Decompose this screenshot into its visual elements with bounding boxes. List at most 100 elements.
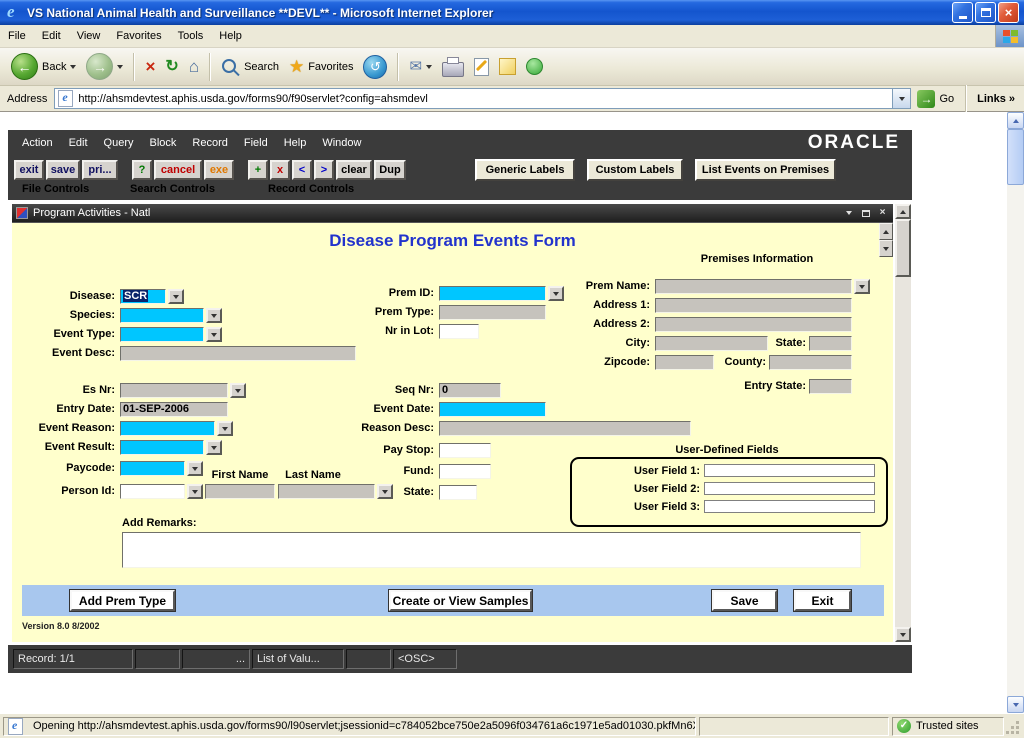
back-dropdown-icon[interactable] xyxy=(70,65,76,69)
fund-field[interactable] xyxy=(439,464,491,479)
inner-restore-button[interactable] xyxy=(859,207,872,219)
user-field2-input[interactable] xyxy=(704,482,875,495)
event-type-dropdown-button[interactable] xyxy=(206,327,222,342)
exit-button[interactable]: exit xyxy=(14,160,44,180)
messenger-button[interactable] xyxy=(521,56,548,77)
favorites-button[interactable]: ★ Favorites xyxy=(284,56,359,77)
oracle-menu-field[interactable]: Field xyxy=(236,137,276,149)
remarks-scroll-down-button[interactable] xyxy=(879,240,893,257)
resize-grip[interactable] xyxy=(1007,717,1021,736)
person-id-field[interactable] xyxy=(120,484,185,499)
user-field1-input[interactable] xyxy=(704,464,875,477)
remove-record-button[interactable]: x xyxy=(270,160,290,180)
forward-dropdown-icon[interactable] xyxy=(117,65,123,69)
applet-scrollbar[interactable] xyxy=(895,204,911,642)
disease-dropdown-button[interactable] xyxy=(168,289,184,304)
inner-window-titlebar[interactable]: Program Activities - Natl × xyxy=(12,204,893,222)
clear-record-button[interactable]: clear xyxy=(336,160,372,180)
note-button[interactable] xyxy=(494,56,521,77)
oracle-menu-block[interactable]: Block xyxy=(142,137,185,149)
edit-button[interactable] xyxy=(469,56,494,78)
refresh-button[interactable]: ↻ xyxy=(160,57,183,77)
person-id-dropdown-button[interactable] xyxy=(187,484,203,499)
close-button[interactable]: × xyxy=(998,2,1019,23)
custom-labels-button[interactable]: Custom Labels xyxy=(587,159,683,181)
oracle-menu-help[interactable]: Help xyxy=(276,137,315,149)
record-controls-label: Record Controls xyxy=(268,183,354,195)
species-dropdown-button[interactable] xyxy=(206,308,222,323)
browser-scrollbar[interactable] xyxy=(1007,112,1024,713)
event-reason-dropdown-button[interactable] xyxy=(217,421,233,436)
inner-minimize-button[interactable] xyxy=(842,207,855,219)
address-url[interactable]: http://ahsmdevtest.aphis.usda.gov/forms9… xyxy=(78,93,892,105)
minimize-button[interactable] xyxy=(952,2,973,23)
menu-view[interactable]: View xyxy=(69,26,109,46)
maximize-button[interactable] xyxy=(975,2,996,23)
generic-labels-button[interactable]: Generic Labels xyxy=(475,159,575,181)
links-button[interactable]: Links » xyxy=(972,93,1020,105)
stop-button[interactable]: × xyxy=(140,56,160,77)
applet-scroll-up-button[interactable] xyxy=(895,204,911,219)
save-button[interactable]: save xyxy=(46,160,80,180)
address-input[interactable]: e http://ahsmdevtest.aphis.usda.gov/form… xyxy=(54,88,911,109)
previous-record-button[interactable]: < xyxy=(292,160,312,180)
menu-file[interactable]: File xyxy=(0,26,34,46)
oracle-menu-window[interactable]: Window xyxy=(314,137,369,149)
user-field3-input[interactable] xyxy=(704,500,875,513)
event-type-field[interactable] xyxy=(120,327,204,342)
form-exit-button[interactable]: Exit xyxy=(794,590,851,611)
event-date-field[interactable] xyxy=(439,402,546,417)
add-remarks-textarea[interactable] xyxy=(122,532,861,568)
media-button[interactable]: ↺ xyxy=(358,53,392,81)
remarks-scroll-up-button[interactable] xyxy=(879,223,893,240)
applet-scrollbar-thumb[interactable] xyxy=(895,219,911,277)
event-result-field[interactable] xyxy=(120,440,204,455)
insert-record-button[interactable]: + xyxy=(248,160,268,180)
enter-query-button[interactable]: ? xyxy=(132,160,152,180)
paycode-dropdown-button[interactable] xyxy=(187,461,203,476)
cancel-query-button[interactable]: cancel xyxy=(154,160,202,180)
inner-close-button[interactable]: × xyxy=(876,207,889,219)
menu-help[interactable]: Help xyxy=(211,26,250,46)
browser-scroll-up-button[interactable] xyxy=(1007,112,1024,129)
execute-query-button[interactable]: exe xyxy=(204,160,234,180)
search-button[interactable]: Search xyxy=(216,56,284,78)
browser-scrollbar-thumb[interactable] xyxy=(1007,129,1024,185)
form-save-button[interactable]: Save xyxy=(712,590,777,611)
disease-field[interactable]: SCR xyxy=(120,289,166,304)
prem-id-field[interactable] xyxy=(439,286,546,301)
back-button[interactable]: ← Back xyxy=(6,51,81,82)
state-field[interactable] xyxy=(439,485,477,500)
es-nr-dropdown-button[interactable] xyxy=(230,383,246,398)
address-dropdown-button[interactable] xyxy=(892,89,910,108)
event-result-dropdown-button[interactable] xyxy=(206,440,222,455)
add-prem-type-button[interactable]: Add Prem Type xyxy=(70,590,175,611)
prem-name-dropdown-button[interactable] xyxy=(854,279,870,294)
duplicate-record-button[interactable]: Dup xyxy=(374,160,406,180)
home-button[interactable]: ⌂ xyxy=(184,56,204,77)
browser-scroll-down-button[interactable] xyxy=(1007,696,1024,713)
nr-in-lot-field[interactable] xyxy=(439,324,479,339)
print-form-button[interactable]: pri... xyxy=(82,160,118,180)
list-events-on-premises-button[interactable]: List Events on Premises xyxy=(695,159,836,181)
oracle-menu-record[interactable]: Record xyxy=(184,137,235,149)
paycode-field[interactable] xyxy=(120,461,185,476)
oracle-menu-edit[interactable]: Edit xyxy=(61,137,96,149)
mail-button[interactable]: ✉ xyxy=(404,57,437,76)
create-or-view-samples-button[interactable]: Create or View Samples xyxy=(389,590,532,611)
next-record-button[interactable]: > xyxy=(314,160,334,180)
city-label: City: xyxy=(544,337,650,349)
oracle-menu-query[interactable]: Query xyxy=(96,137,142,149)
menu-edit[interactable]: Edit xyxy=(34,26,69,46)
mail-dropdown-icon[interactable] xyxy=(426,65,432,69)
menu-favorites[interactable]: Favorites xyxy=(108,26,169,46)
event-reason-field[interactable] xyxy=(120,421,215,436)
forward-button[interactable]: → xyxy=(81,51,128,82)
go-button[interactable]: → Go xyxy=(911,89,960,109)
applet-scroll-down-button[interactable] xyxy=(895,627,911,642)
print-button[interactable] xyxy=(437,55,469,79)
species-field[interactable] xyxy=(120,308,204,323)
pay-stop-field[interactable] xyxy=(439,443,491,458)
menu-tools[interactable]: Tools xyxy=(170,26,212,46)
oracle-menu-action[interactable]: Action xyxy=(14,137,61,149)
